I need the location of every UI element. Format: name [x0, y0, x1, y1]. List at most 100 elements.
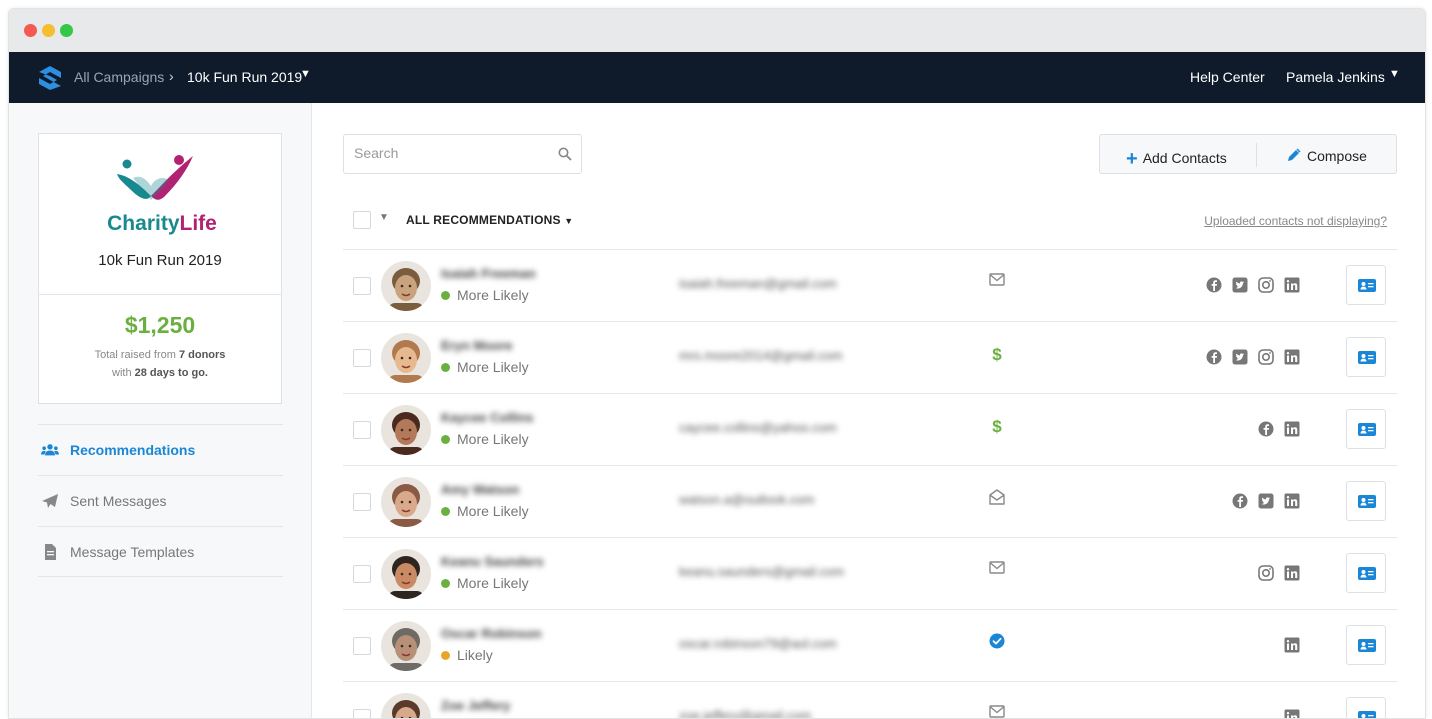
sidebar-item-message-templates[interactable]: Message Templates: [38, 526, 283, 577]
table-row[interactable]: Oscar Robinson Likely oscar.robinson79@aol…: [343, 609, 1397, 681]
charity-brand-name: CharityLife: [107, 212, 217, 235]
linkedin-icon[interactable]: [1284, 277, 1300, 293]
app-logo-icon[interactable]: [37, 65, 63, 91]
avatar: [381, 261, 431, 311]
plus-icon: +: [1126, 148, 1138, 170]
linkedin-icon[interactable]: [1284, 709, 1300, 719]
row-checkbox[interactable]: [353, 493, 371, 511]
contact-name[interactable]: Amy Watson: [441, 482, 519, 497]
instagram-icon[interactable]: [1258, 277, 1274, 293]
row-checkbox[interactable]: [353, 421, 371, 439]
contact-email: keanu.saunders@gmail.com: [679, 564, 844, 579]
search-icon[interactable]: [558, 147, 572, 161]
contact-email: isaiah.freeman@gmail.com: [679, 276, 837, 291]
instagram-icon[interactable]: [1258, 565, 1274, 581]
amount-raised: $1,250: [124, 312, 196, 338]
search-input[interactable]: [354, 145, 544, 161]
row-checkbox[interactable]: [353, 709, 371, 718]
linkedin-icon[interactable]: [1284, 565, 1300, 581]
pen-icon: [1288, 148, 1301, 161]
chevron-down-icon[interactable]: ▼: [1389, 68, 1400, 80]
contact-card-button[interactable]: [1346, 697, 1386, 718]
envelope-open-icon: [989, 489, 1005, 505]
likelihood-status: More Likely: [441, 359, 529, 375]
avatar: [381, 549, 431, 599]
contact-name[interactable]: Keanu Saunders: [441, 554, 544, 569]
charity-heart-icon: [117, 155, 193, 200]
linkedin-icon[interactable]: [1284, 637, 1300, 653]
contact-name[interactable]: Oscar Robinson: [441, 626, 541, 641]
user-menu[interactable]: Pamela Jenkins: [1286, 69, 1385, 85]
contact-card-button[interactable]: [1346, 265, 1386, 305]
table-row[interactable]: Amy Watson More Likely watson.a@outlook.co…: [343, 465, 1397, 537]
select-all-checkbox[interactable]: [353, 211, 371, 229]
row-checkbox[interactable]: [353, 637, 371, 655]
raised-summary: Total raised from 7 donors with 28 days …: [94, 349, 226, 379]
close-window-button[interactable]: [24, 24, 37, 37]
contact-name[interactable]: Eryn Moore: [441, 338, 513, 353]
table-row[interactable]: Kaycee Collins More Likely caycee.collins@…: [343, 393, 1397, 465]
message-status: $: [987, 417, 1007, 437]
table-row[interactable]: Keanu Saunders More Likely keanu.saunders@…: [343, 537, 1397, 609]
breadcrumb-all-campaigns[interactable]: All Campaigns: [74, 69, 164, 85]
likelihood-status: More Likely: [441, 431, 529, 447]
row-checkbox[interactable]: [353, 277, 371, 295]
check-circle-icon: [989, 633, 1005, 649]
contact-card-button[interactable]: [1346, 625, 1386, 665]
divider: [39, 294, 281, 295]
facebook-icon[interactable]: [1206, 277, 1222, 293]
facebook-icon[interactable]: [1206, 349, 1222, 365]
linkedin-icon[interactable]: [1284, 349, 1300, 365]
contact-card-button[interactable]: [1346, 481, 1386, 521]
status-dot: [441, 291, 450, 300]
contact-card-button[interactable]: [1346, 409, 1386, 449]
filter-dropdown[interactable]: ALL RECOMMENDATIONS ▼: [406, 213, 573, 227]
maximize-window-button[interactable]: [60, 24, 73, 37]
facebook-icon[interactable]: [1232, 493, 1248, 509]
help-center-link[interactable]: Help Center: [1190, 69, 1265, 85]
sidebar-item-recommendations[interactable]: Recommendations: [38, 424, 283, 475]
add-contacts-button[interactable]: + Add Contacts: [1126, 146, 1227, 170]
contact-card-button[interactable]: [1346, 337, 1386, 377]
twitter-icon[interactable]: [1232, 277, 1248, 293]
twitter-icon[interactable]: [1232, 349, 1248, 365]
id-card-icon: [1358, 495, 1376, 508]
row-checkbox[interactable]: [353, 349, 371, 367]
minimize-window-button[interactable]: [42, 24, 55, 37]
contact-name[interactable]: Isaiah Freeman: [441, 266, 536, 281]
contact-name[interactable]: Kaycee Collins: [441, 410, 534, 425]
uploaded-contacts-help-link[interactable]: Uploaded contacts not displaying?: [1204, 214, 1387, 228]
dollar-icon: $: [992, 345, 1002, 364]
row-checkbox[interactable]: [353, 565, 371, 583]
linkedin-icon[interactable]: [1284, 421, 1300, 437]
paper-plane-icon: [42, 494, 58, 508]
compose-button[interactable]: Compose: [1286, 146, 1367, 164]
contact-name[interactable]: Zoe Jeffery: [441, 698, 510, 713]
divider: [1256, 143, 1257, 167]
title-bar: [9, 9, 1425, 52]
envelope-icon: [989, 273, 1005, 286]
table-row[interactable]: Isaiah Freeman More Likely isaiah.freeman@…: [343, 249, 1397, 321]
instagram-icon[interactable]: [1258, 349, 1274, 365]
sidebar-item-label: Message Templates: [70, 544, 195, 560]
breadcrumb-current-campaign[interactable]: 10k Fun Run 2019: [187, 69, 302, 85]
campaign-name: 10k Fun Run 2019: [98, 252, 222, 269]
chevron-right-icon: ›: [169, 68, 174, 84]
contact-email: mrs.moore2014@gmail.com: [679, 348, 843, 363]
avatar: [381, 477, 431, 527]
likelihood-status: More Likely: [441, 503, 529, 519]
facebook-icon[interactable]: [1258, 421, 1274, 437]
chevron-down-icon[interactable]: ▼: [300, 68, 311, 80]
id-card-icon: [1358, 351, 1376, 364]
chevron-down-icon[interactable]: ▼: [379, 212, 389, 223]
contact-card-button[interactable]: [1346, 553, 1386, 593]
search-box[interactable]: [343, 134, 582, 174]
linkedin-icon[interactable]: [1284, 493, 1300, 509]
twitter-icon[interactable]: [1258, 493, 1274, 509]
status-dot: [441, 651, 450, 660]
avatar: [381, 405, 431, 455]
sidebar-item-sent-messages[interactable]: Sent Messages: [38, 475, 283, 526]
table-row[interactable]: Eryn Moore More Likely mrs.moore2014@gmail…: [343, 321, 1397, 393]
table-row[interactable]: Zoe JefferyLikelyzoe.jeffery@gmail.com: [343, 681, 1397, 719]
top-nav: All Campaigns › 10k Fun Run 2019 ▼ Help …: [9, 52, 1425, 103]
